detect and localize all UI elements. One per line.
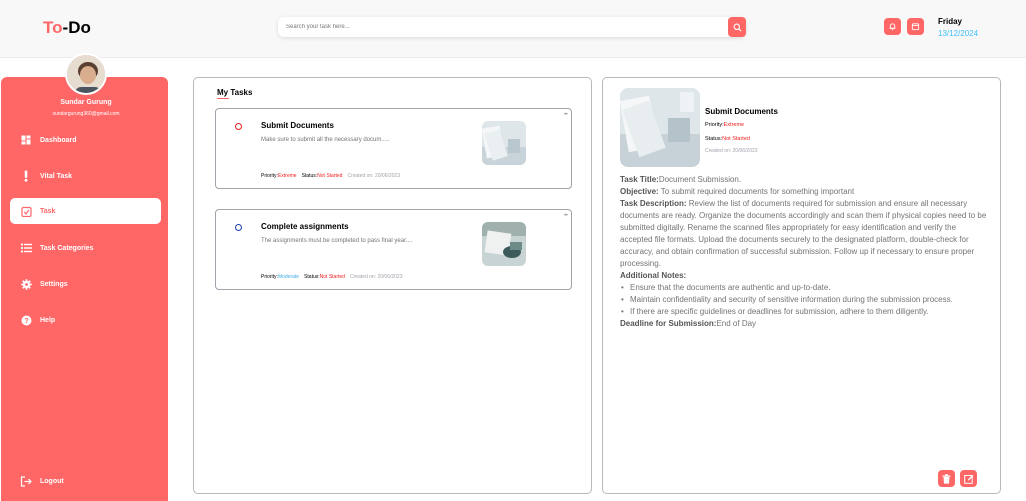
task-card[interactable]: Submit Documents Make sure to submit all…: [215, 108, 572, 189]
calendar-button[interactable]: [907, 18, 924, 35]
task-title-row: Task Title:Document Submission.: [620, 175, 742, 184]
task-meta: Priority:Extreme Status:Not Started Create…: [261, 173, 400, 179]
status-value: Not Started: [722, 136, 750, 142]
svg-text:?: ?: [24, 316, 29, 325]
user-name: Sundar Gurung: [60, 99, 112, 106]
task-meta: Priority:Moderate Status:Not Started Creat…: [261, 274, 403, 280]
task-desc: The assignments must be completed to pas…: [261, 238, 413, 244]
task-title: Complete assignments: [261, 222, 349, 231]
title-underline: [217, 98, 229, 99]
priority-value: Moderate: [277, 274, 300, 280]
status-circle-icon: [235, 224, 242, 231]
notes-list: Ensure that the documents are authentic …: [620, 282, 990, 318]
deadline-row: Deadline for Submission:End of Day: [620, 319, 757, 328]
exclamation-icon: [20, 170, 32, 182]
edit-button[interactable]: [960, 470, 977, 487]
avatar[interactable]: [65, 53, 107, 95]
sidebar-item-task-categories[interactable]: Task Categories: [10, 235, 161, 261]
app-logo: To-Do: [43, 18, 91, 37]
sidebar: Sundar Gurung sundargurung360@gmail.com …: [1, 53, 168, 501]
trash-icon: [942, 473, 951, 484]
created-date: Created on: 20/06/2023: [349, 274, 403, 280]
status-circle-icon: [235, 123, 242, 130]
current-day: Friday: [938, 17, 963, 26]
task-detail-panel: Submit Documents Priority:Extreme Status…: [602, 77, 1001, 494]
priority-value: Extreme: [277, 173, 297, 179]
more-options-icon[interactable]: •••: [564, 112, 568, 118]
logout-button[interactable]: Logout: [10, 468, 161, 494]
task-card[interactable]: Complete assignments The assignments mus…: [215, 209, 572, 290]
detail-priority: Priority:Extreme: [705, 122, 745, 128]
task-thumbnail: [482, 121, 526, 165]
objective-row: Objective: To submit required documents …: [620, 187, 855, 196]
gear-icon: [20, 278, 32, 290]
detail-status: Status:Not Started: [705, 136, 750, 142]
sidebar-item-label: Vital Task: [40, 172, 73, 180]
task-desc: Make sure to submit all the necessary do…: [261, 137, 390, 143]
search-bar: [278, 17, 746, 37]
sidebar-item-settings[interactable]: Settings: [10, 271, 161, 297]
note-item: Maintain confidentiality and security of…: [620, 294, 990, 306]
sidebar-item-label: Settings: [40, 280, 68, 288]
priority-value: Extreme: [723, 122, 745, 128]
my-tasks-panel: My Tasks Submit Documents Make sure to s…: [193, 77, 592, 494]
note-item: Ensure that the documents are authentic …: [620, 282, 990, 294]
sidebar-item-vital-task[interactable]: Vital Task: [10, 163, 161, 189]
avatar-photo: [67, 55, 105, 93]
task-thumbnail: [482, 222, 526, 266]
sidebar-item-label: Dashboard: [40, 136, 77, 144]
created-date: Created on: 20/06/2023: [347, 173, 400, 179]
detail-created: Created on: 20/06/2023: [705, 148, 758, 154]
panel-title: My Tasks: [217, 88, 253, 97]
edit-icon: [963, 474, 973, 484]
search-icon: [733, 23, 741, 31]
dashboard-icon: [20, 134, 32, 146]
top-header: To-Do Friday 13/12/2024: [0, 0, 1026, 58]
calendar-icon: [911, 23, 920, 31]
help-icon: ?: [20, 314, 32, 326]
delete-button[interactable]: [938, 470, 955, 487]
task-check-icon: [20, 205, 32, 217]
list-icon: [20, 242, 32, 254]
detail-image: [620, 88, 700, 167]
search-input[interactable]: [286, 20, 716, 34]
current-date: 13/12/2024: [938, 29, 979, 38]
user-email: sundargurung360@gmail.com: [52, 111, 120, 117]
status-value: Not Started: [317, 173, 343, 179]
bell-icon: [889, 23, 896, 31]
logout-label: Logout: [40, 477, 64, 485]
description-row: Task Description: Review the list of doc…: [620, 199, 987, 268]
notification-button[interactable]: [884, 18, 901, 35]
detail-title: Submit Documents: [705, 107, 778, 116]
sidebar-item-help[interactable]: ? Help: [10, 307, 161, 333]
sidebar-item-task[interactable]: Task: [10, 198, 161, 224]
notes-heading: Additional Notes:: [620, 271, 687, 280]
sidebar-item-label: Task: [40, 207, 56, 215]
sidebar-item-label: Help: [40, 316, 56, 324]
note-item: If there are specific guidelines or dead…: [620, 306, 990, 318]
sidebar-item-label: Task Categories: [40, 244, 94, 252]
detail-body: Task Title:Document Submission. Objectiv…: [620, 174, 990, 330]
task-title: Submit Documents: [261, 121, 334, 130]
status-value: Not Started: [319, 274, 345, 280]
logout-icon: [20, 475, 32, 487]
sidebar-item-dashboard[interactable]: Dashboard: [10, 127, 161, 153]
search-button[interactable]: [728, 17, 746, 37]
more-options-icon[interactable]: •••: [564, 213, 568, 219]
